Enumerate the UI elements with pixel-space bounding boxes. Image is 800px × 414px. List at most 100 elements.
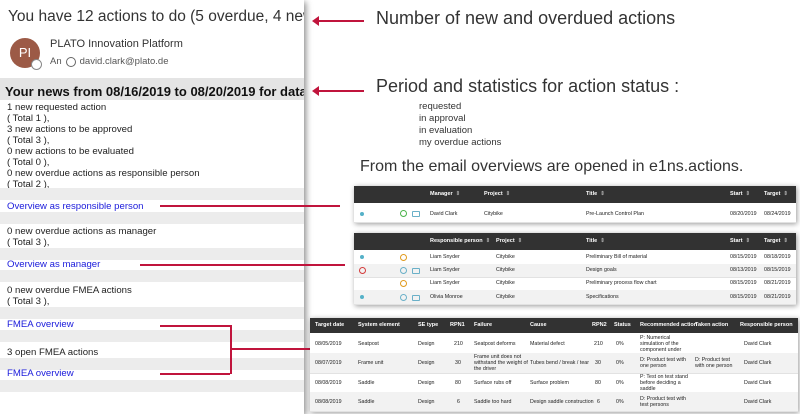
separator-band bbox=[0, 330, 304, 342]
cell-target: 08/21/2019 bbox=[764, 294, 791, 300]
cell-target: 08/15/2019 bbox=[764, 267, 791, 273]
table-row[interactable]: David Clark Citybike Pre-Launch Control … bbox=[354, 206, 796, 223]
pending-icon bbox=[400, 254, 407, 261]
table-header: Manager ⇕ Project ⇕ Title ⇕ Start ⇕ Target ⇕ bbox=[354, 186, 796, 203]
cell-target: 08/24/2019 bbox=[764, 211, 791, 217]
status-item: my overdue actions bbox=[419, 137, 502, 148]
column-header[interactable]: RPN1 bbox=[450, 318, 465, 333]
cell-element: Frame unit bbox=[358, 360, 384, 366]
table-row[interactable]: Liam Snyder Citybike Design goals 08/13/… bbox=[354, 264, 796, 278]
separator-band bbox=[0, 270, 304, 282]
separator-band bbox=[0, 212, 304, 224]
cell-rpn1: 30 bbox=[455, 360, 461, 366]
column-header[interactable]: Start ⇕ bbox=[730, 186, 750, 203]
column-header[interactable]: Title ⇕ bbox=[586, 233, 605, 250]
row-marker-icon bbox=[360, 212, 364, 216]
column-header[interactable]: System element bbox=[358, 318, 400, 333]
cell-project: Citybike bbox=[484, 211, 503, 217]
annotation-new-overdue: Number of new and overdued actions bbox=[376, 8, 676, 28]
stat-line: ( Total 1 ), bbox=[7, 113, 50, 124]
column-header[interactable]: Project ⇕ bbox=[484, 186, 510, 203]
cell-date: 08/07/2019 bbox=[315, 360, 342, 366]
column-header[interactable]: RPN2 bbox=[592, 318, 607, 333]
stat-line: 0 new overdue actions as manager bbox=[7, 226, 157, 237]
cell-rpn1: 80 bbox=[455, 380, 461, 386]
cell-responsible: David Clark bbox=[744, 360, 772, 366]
connector-line bbox=[230, 348, 310, 350]
status-item: in approval bbox=[419, 113, 466, 124]
connector-line bbox=[160, 373, 230, 375]
link-fmea-overview-2[interactable]: FMEA overview bbox=[7, 368, 74, 379]
link-overview-responsible[interactable]: Overview as responsible person bbox=[7, 201, 144, 212]
separator-band bbox=[0, 380, 304, 392]
cell-type: Design bbox=[418, 399, 435, 405]
table-row[interactable]: Olivia Monroe Citybike Specifications 08… bbox=[354, 290, 796, 305]
column-header[interactable]: Title ⇕ bbox=[586, 186, 605, 203]
cell-start: 08/20/2019 bbox=[730, 211, 757, 217]
column-header[interactable]: Status bbox=[614, 318, 631, 333]
cell-rpn1: 6 bbox=[457, 399, 460, 405]
cell-person: Liam Snyder bbox=[430, 267, 460, 273]
cell-date: 08/08/2019 bbox=[315, 399, 342, 405]
to-address[interactable]: david.clark@plato.de bbox=[80, 56, 169, 67]
annotation-overviews: From the email overviews are opened in e… bbox=[360, 158, 744, 175]
table-row[interactable]: 08/08/2019 Saddle Design 80 Surface rubs… bbox=[310, 373, 798, 393]
table-row[interactable]: 08/07/2019 Frame unit Design 30 Frame un… bbox=[310, 353, 798, 374]
connector-line bbox=[160, 205, 340, 207]
cell-start: 08/13/2019 bbox=[730, 267, 757, 273]
link-fmea-overview[interactable]: FMEA overview bbox=[7, 319, 74, 330]
cell-status: 0% bbox=[616, 399, 624, 405]
column-header[interactable]: Start ⇕ bbox=[730, 233, 750, 250]
cell-failure: Saddle too hard bbox=[474, 399, 512, 405]
table-row[interactable]: 08/05/2019 Seatpost Design 210 Seatpost … bbox=[310, 334, 798, 359]
column-header[interactable]: Target ⇕ bbox=[764, 186, 788, 203]
column-header[interactable]: SE type bbox=[418, 318, 438, 333]
stat-line: ( Total 3 ), bbox=[7, 135, 50, 146]
cell-date: 08/08/2019 bbox=[315, 380, 342, 386]
column-header[interactable]: Responsible person bbox=[740, 318, 793, 333]
cell-recommended: D: Product test with test persons bbox=[640, 396, 686, 408]
table-row[interactable]: 08/08/2019 Saddle Design 6 Saddle too ha… bbox=[310, 392, 798, 412]
table-row[interactable]: Liam Snyder Citybike Preliminary process… bbox=[354, 277, 796, 291]
stat-line: ( Total 0 ), bbox=[7, 157, 50, 168]
cell-rpn2: 30 bbox=[595, 360, 601, 366]
table-manager-overview: Manager ⇕ Project ⇕ Title ⇕ Start ⇕ Target ⇕ … bbox=[354, 186, 796, 223]
cell-cause: Design saddle construction bbox=[530, 399, 594, 405]
email-panel: You have 12 actions to do (5 overdue, 4 … bbox=[0, 0, 304, 414]
cell-cause: Surface problem bbox=[530, 380, 569, 386]
cell-responsible: David Clark bbox=[744, 399, 772, 405]
cell-project: Citybike bbox=[496, 280, 515, 286]
column-header[interactable]: Target date bbox=[315, 318, 344, 333]
cell-rpn2: 6 bbox=[597, 399, 600, 405]
column-header[interactable]: Target ⇕ bbox=[764, 233, 788, 250]
cell-target: 08/18/2019 bbox=[764, 254, 791, 260]
table-responsible-overview: Responsible person ⇕ Project ⇕ Title ⇕ Star… bbox=[354, 233, 796, 305]
column-header[interactable]: Failure bbox=[474, 318, 492, 333]
table-row[interactable]: Liam Snyder Citybike Preliminary Bill of… bbox=[354, 251, 796, 265]
separator-band bbox=[0, 188, 304, 200]
column-header[interactable]: Responsible person ⇕ bbox=[430, 233, 490, 250]
cell-person: Liam Snyder bbox=[430, 280, 460, 286]
cell-responsible: David Clark bbox=[744, 341, 772, 347]
cell-status: 0% bbox=[616, 341, 624, 347]
cell-title: Specifications bbox=[586, 294, 619, 300]
column-header[interactable]: Project ⇕ bbox=[496, 233, 522, 250]
avatar-initials: PI bbox=[18, 45, 32, 60]
check-icon bbox=[400, 210, 407, 217]
stat-line: ( Total 3 ), bbox=[7, 296, 50, 307]
link-overview-manager[interactable]: Overview as manager bbox=[7, 259, 100, 270]
cell-date: 08/05/2019 bbox=[315, 341, 342, 347]
presence-icon bbox=[31, 59, 42, 70]
news-title: Your news from 08/16/2019 to 08/20/2019 … bbox=[5, 84, 304, 99]
column-header[interactable]: Recommended action bbox=[640, 318, 697, 333]
form-icon bbox=[412, 211, 420, 217]
pending-icon bbox=[400, 280, 407, 287]
column-header[interactable]: Taken action bbox=[695, 318, 728, 333]
status-item: in evaluation bbox=[419, 125, 473, 136]
cell-failure: Frame unit does not withstand the weight… bbox=[474, 354, 528, 372]
row-marker-icon bbox=[360, 295, 364, 299]
column-header[interactable]: Cause bbox=[530, 318, 547, 333]
column-header[interactable]: Manager ⇕ bbox=[430, 186, 460, 203]
to-label: An bbox=[50, 56, 62, 67]
form-icon bbox=[412, 268, 420, 274]
